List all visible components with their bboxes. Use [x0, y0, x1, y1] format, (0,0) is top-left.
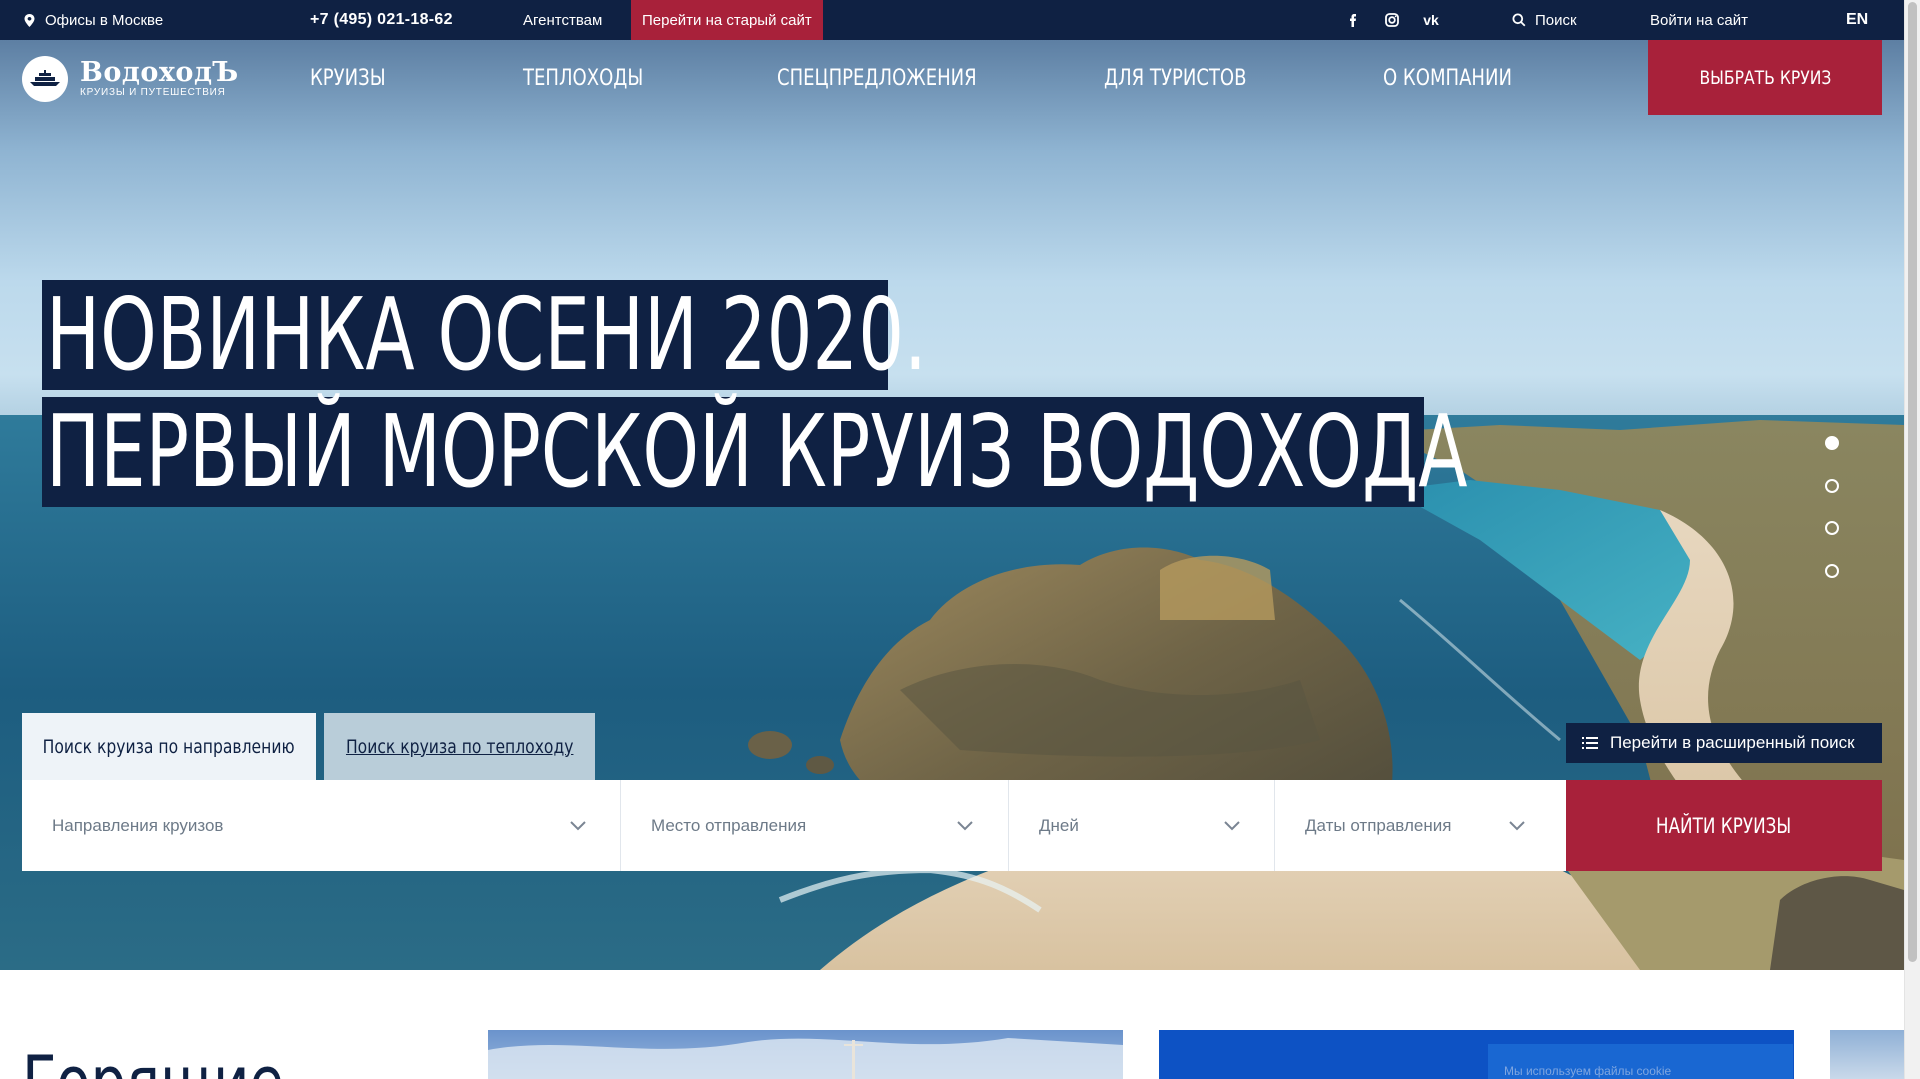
offices-label: Офисы в Москве: [45, 11, 164, 29]
tab-search-by-ship[interactable]: Поиск круиза по теплоходу: [324, 713, 595, 780]
main-nav: ВодоходЪ КРУИЗЫ И ПУТЕШЕСТВИЯ КРУИЗЫ ТЕП…: [0, 40, 1904, 116]
choose-cruise-label: ВЫБРАТЬ КРУИЗ: [1699, 66, 1831, 89]
search-label: Поиск: [1535, 11, 1577, 29]
logo-brand: ВодоходЪ: [80, 57, 239, 88]
offices-link[interactable]: Офисы в Москве: [24, 0, 163, 40]
ship-logo-icon: [22, 56, 68, 102]
instagram-icon: [1385, 13, 1399, 27]
slider-dot-2[interactable]: [1825, 479, 1839, 493]
dates-select[interactable]: Даты отправления: [1275, 780, 1566, 871]
departure-place-select[interactable]: Место отправления: [621, 780, 1009, 871]
days-select[interactable]: Дней: [1009, 780, 1275, 871]
vk-link[interactable]: vk: [1422, 0, 1440, 40]
slider-dot-4[interactable]: [1825, 564, 1839, 578]
login-link[interactable]: Войти на сайт: [1650, 0, 1748, 40]
find-cruises-label: НАЙТИ КРУИЗЫ: [1656, 813, 1792, 838]
top-utility-bar: Офисы в Москве +7 (495) 021-18-62 Агентс…: [0, 0, 1904, 40]
search-link[interactable]: Поиск: [1512, 0, 1577, 40]
nav-cruises[interactable]: КРУИЗЫ: [310, 66, 386, 91]
slider-dot-1[interactable]: [1825, 436, 1839, 450]
facebook-link[interactable]: [1344, 0, 1362, 40]
language-switch[interactable]: EN: [1846, 0, 1868, 40]
choose-cruise-button[interactable]: ВЫБРАТЬ КРУИЗ: [1648, 40, 1882, 115]
vk-icon: vk: [1423, 12, 1439, 28]
departure-place-placeholder: Место отправления: [651, 815, 807, 835]
list-icon: [1582, 737, 1598, 749]
offer-card-1[interactable]: [488, 1030, 1123, 1079]
nav-about[interactable]: О КОМПАНИИ: [1383, 66, 1512, 91]
offer-card-3[interactable]: [1830, 1030, 1904, 1079]
old-site-button[interactable]: Перейти на старый сайт: [631, 0, 823, 40]
hot-deals-title: Горящие: [22, 1040, 284, 1079]
location-pin-icon: [24, 13, 35, 27]
advanced-search-button[interactable]: Перейти в расширенный поиск: [1566, 723, 1882, 763]
offer-card-image: [488, 1038, 1123, 1079]
direction-placeholder: Направления круизов: [52, 815, 224, 835]
chevron-down-icon: [1224, 820, 1240, 830]
logo[interactable]: ВодоходЪ КРУИЗЫ И ПУТЕШЕСТВИЯ: [22, 56, 239, 102]
dates-placeholder: Даты отправления: [1305, 815, 1452, 835]
phone-link[interactable]: +7 (495) 021-18-62: [310, 0, 453, 40]
logo-tagline: КРУИЗЫ И ПУТЕШЕСТВИЯ: [80, 87, 226, 98]
cookie-notice: Мы используем файлы cookie: [1488, 1044, 1793, 1079]
tab-search-by-direction[interactable]: Поиск круиза по направлению: [22, 713, 316, 780]
page-scrollbar[interactable]: [1904, 0, 1920, 1079]
nav-ships[interactable]: ТЕПЛОХОДЫ: [523, 66, 643, 91]
chevron-down-icon: [570, 820, 586, 830]
search-icon: [1512, 13, 1526, 27]
agencies-link[interactable]: Агентствам: [523, 0, 602, 40]
hero-headline-line-2: ПЕРВЫЙ МОРСКОЙ КРУИЗ ВОДОХОДА: [42, 397, 1468, 507]
direction-select[interactable]: Направления круизов: [22, 780, 621, 871]
chevron-down-icon: [957, 820, 973, 830]
slider-dot-3[interactable]: [1825, 521, 1839, 535]
nav-for-tourists[interactable]: ДЛЯ ТУРИСТОВ: [1104, 66, 1247, 91]
instagram-link[interactable]: [1383, 0, 1401, 40]
advanced-search-label: Перейти в расширенный поиск: [1610, 733, 1855, 752]
days-placeholder: Дней: [1039, 815, 1079, 835]
hero-headline-line-1: НОВИНКА ОСЕНИ 2020.: [42, 280, 927, 390]
chevron-down-icon: [1509, 820, 1525, 830]
facebook-icon: [1350, 14, 1356, 27]
scrollbar-thumb[interactable]: [1908, 2, 1917, 962]
find-cruises-button[interactable]: НАЙТИ КРУИЗЫ: [1566, 780, 1882, 871]
nav-special-offers[interactable]: СПЕЦПРЕДЛОЖЕНИЯ: [777, 66, 977, 91]
